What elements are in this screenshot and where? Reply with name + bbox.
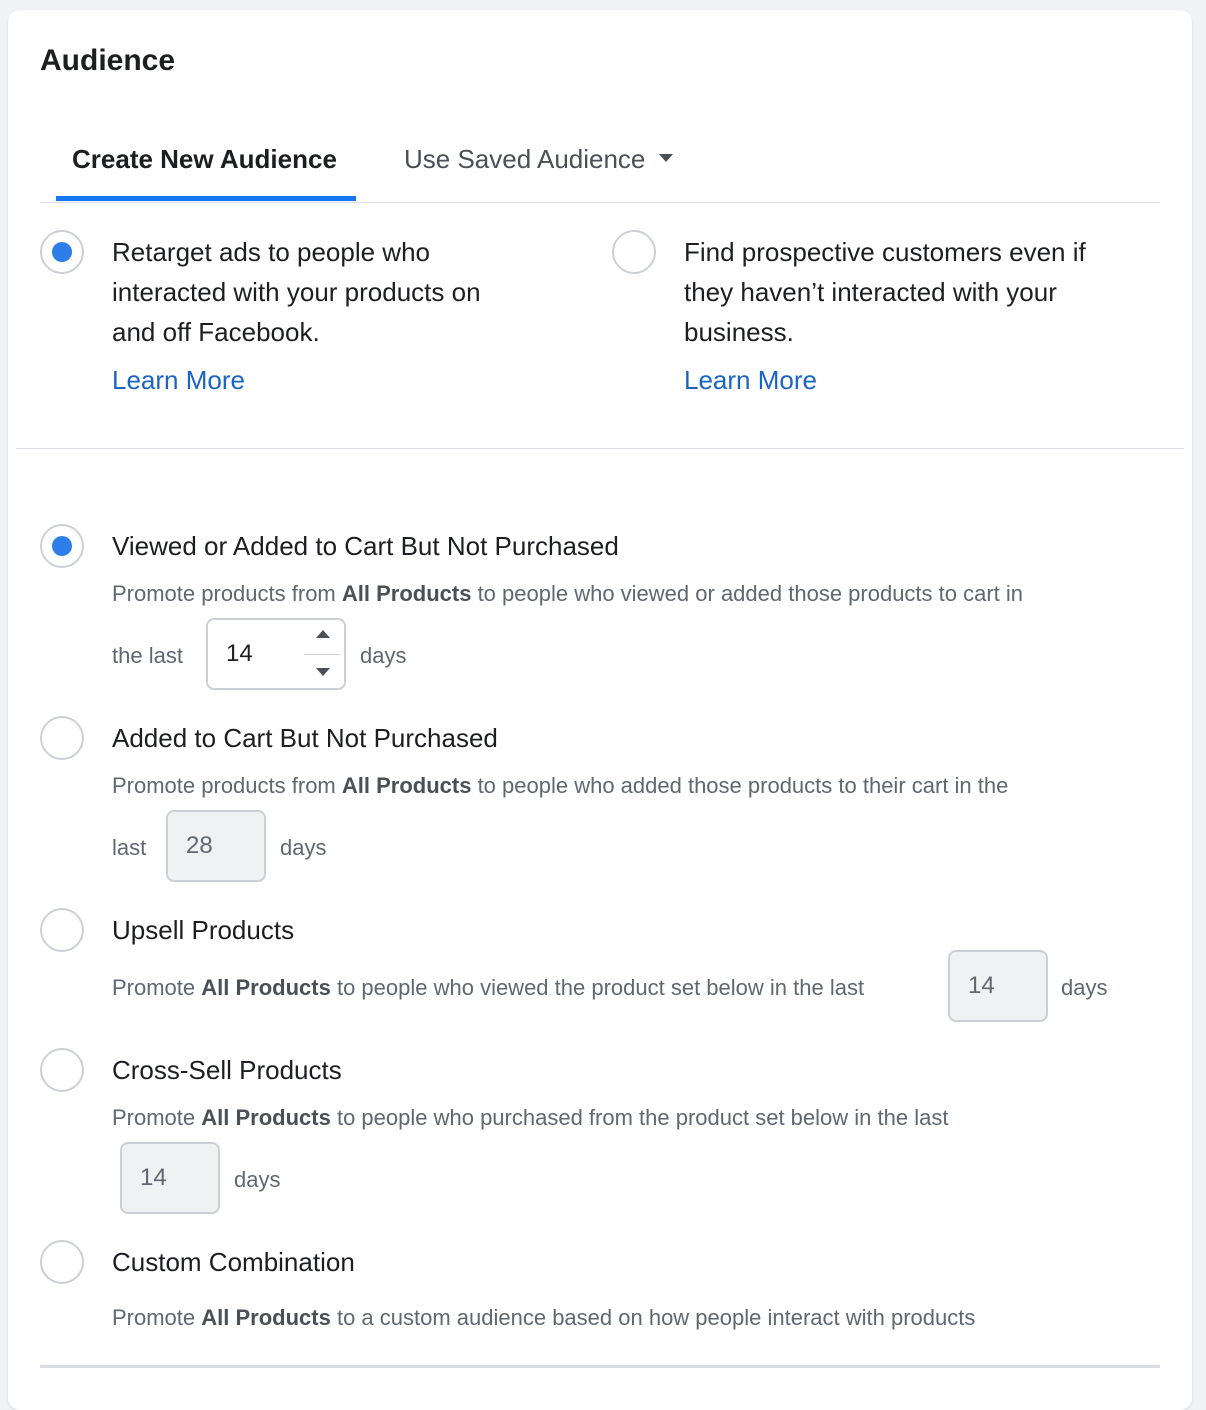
- retarget-description: Retarget ads to people who interacted wi…: [112, 232, 481, 352]
- days-input[interactable]: 14: [948, 950, 1048, 1022]
- option-title: Cross-Sell Products: [112, 1055, 342, 1085]
- days-value: 14: [968, 972, 995, 999]
- days-label: days: [280, 835, 327, 860]
- desc-text: to people who viewed the product set bel…: [330, 975, 865, 1000]
- option-description: Promote products from All Products to pe…: [112, 773, 1008, 799]
- days-label: days: [234, 1167, 281, 1192]
- days-value: 14: [140, 1164, 167, 1191]
- tab-create-new-audience[interactable]: Create New Audience: [72, 144, 337, 175]
- prospecting-learn-more-link[interactable]: Learn More: [684, 365, 817, 396]
- text-line: Find prospective customers even if: [684, 237, 1086, 267]
- text-line: business.: [684, 317, 794, 347]
- retarget-radio[interactable]: [40, 230, 84, 274]
- option-title: Upsell Products: [112, 915, 295, 945]
- option-custom-combination-radio[interactable]: [40, 1240, 84, 1284]
- option-added-to-cart-radio[interactable]: [40, 716, 84, 760]
- decrement-arrow-icon[interactable]: [316, 668, 330, 676]
- option-description: Promote products from All Products to pe…: [112, 581, 1023, 607]
- desc-text: to people who purchased from the product…: [330, 1105, 949, 1130]
- desc-text: Promote: [112, 975, 202, 1000]
- days-stepper-input[interactable]: 14: [206, 618, 346, 690]
- days-value: 14: [226, 640, 253, 667]
- stepper-divider: [304, 654, 340, 655]
- option-description: Promote All Products to people who viewe…: [112, 975, 864, 1001]
- desc-bold: All Products: [201, 975, 331, 1000]
- caret-down-icon: [659, 154, 674, 163]
- days-value: 28: [186, 832, 213, 859]
- increment-arrow-icon[interactable]: [316, 630, 330, 638]
- retarget-learn-more-link[interactable]: Learn More: [112, 365, 245, 396]
- tab-label: Use Saved Audience: [404, 144, 646, 174]
- desc-text: Promote: [112, 1105, 202, 1130]
- desc-bold: All Products: [201, 1105, 331, 1130]
- option-description: Promote All Products to a custom audienc…: [112, 1305, 975, 1331]
- stepper: [304, 620, 344, 688]
- section-title: Audience: [40, 44, 176, 77]
- section-divider: [16, 448, 1184, 449]
- desc-bold: All Products: [341, 773, 472, 798]
- desc-text: the last: [112, 643, 183, 668]
- days-input[interactable]: 28: [166, 810, 266, 882]
- option-viewed-or-added-radio[interactable]: [40, 524, 84, 568]
- text-line: interacted with your products on: [112, 277, 481, 307]
- audience-card: Audience Create New Audience Use Saved A…: [8, 10, 1192, 1410]
- prospecting-description: Find prospective customers even if they …: [684, 232, 1086, 352]
- tab-divider: [40, 202, 1160, 203]
- desc-text: Promote products from: [112, 773, 342, 798]
- days-input[interactable]: 14: [120, 1142, 220, 1214]
- desc-bold: All Products: [341, 581, 472, 606]
- option-description: Promote All Products to people who purch…: [112, 1105, 948, 1131]
- days-label: days: [1061, 975, 1108, 1000]
- text-line: they haven’t interacted with your: [684, 277, 1057, 307]
- desc-text: to people who viewed or added those prod…: [471, 581, 1024, 606]
- desc-text: to a custom audience based on how people…: [330, 1305, 976, 1330]
- desc-text: Promote: [112, 1305, 202, 1330]
- text-line: and off Facebook.: [112, 317, 320, 347]
- days-label: days: [360, 643, 407, 668]
- prospecting-radio[interactable]: [612, 230, 656, 274]
- option-upsell-radio[interactable]: [40, 908, 84, 952]
- desc-text: Promote products from: [112, 581, 342, 606]
- text-line: Retarget ads to people who: [112, 237, 430, 267]
- desc-text: to people who added those products to th…: [471, 773, 1009, 798]
- active-tab-indicator: [56, 196, 356, 201]
- option-title: Viewed or Added to Cart But Not Purchase…: [112, 531, 619, 561]
- desc-bold: All Products: [201, 1305, 331, 1330]
- bottom-divider: [40, 1365, 1160, 1368]
- tab-use-saved-audience[interactable]: Use Saved Audience: [404, 144, 674, 175]
- desc-text: last: [112, 835, 147, 860]
- tab-label: Create New Audience: [72, 144, 337, 174]
- option-title: Added to Cart But Not Purchased: [112, 723, 498, 753]
- option-title: Custom Combination: [112, 1247, 355, 1277]
- option-cross-sell-radio[interactable]: [40, 1048, 84, 1092]
